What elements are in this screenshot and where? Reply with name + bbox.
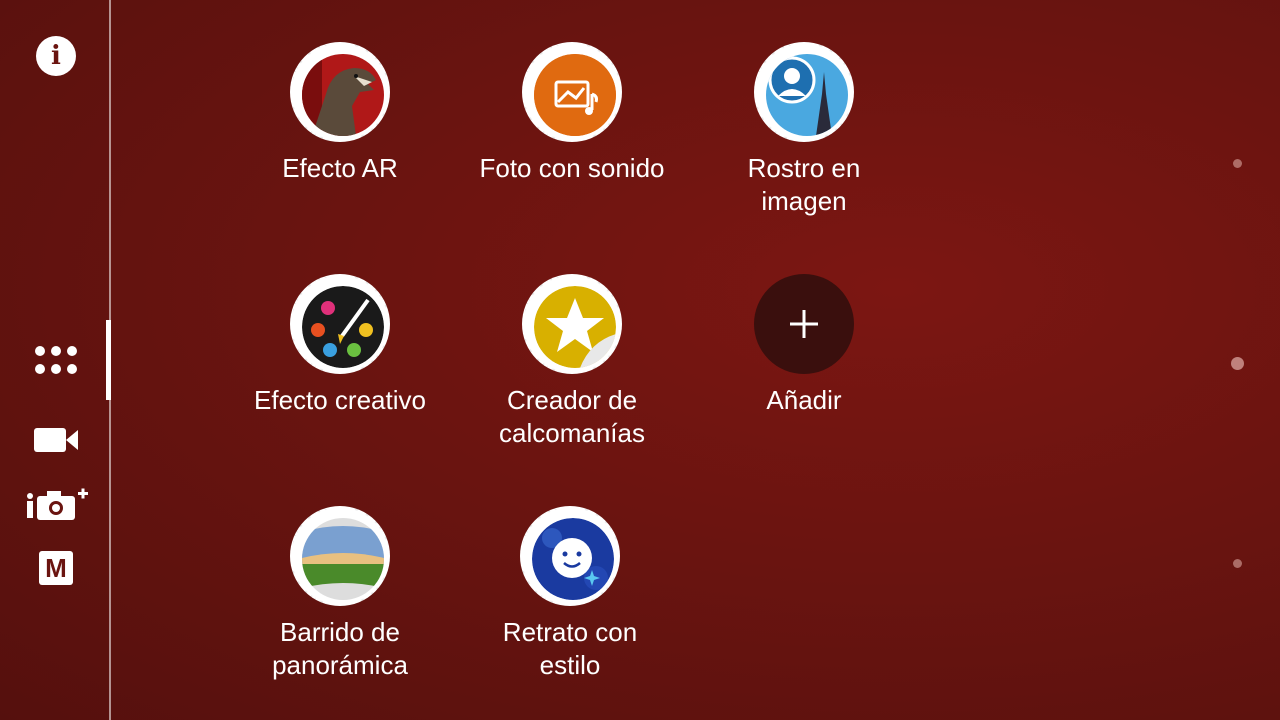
manual-mode-icon[interactable]: M xyxy=(39,551,73,585)
app-label: Añadir xyxy=(766,385,842,415)
add-app-button[interactable]: Añadir xyxy=(694,274,914,417)
panorama-icon xyxy=(290,506,390,606)
active-mode-indicator xyxy=(106,320,111,400)
app-label: Barrido de panorámica xyxy=(272,617,408,680)
info-icon[interactable]: i xyxy=(36,36,76,76)
app-label: Rostro en imagen xyxy=(747,153,861,216)
app-rostro-en-imagen[interactable]: Rostro en imagen xyxy=(694,42,914,218)
plus-icon xyxy=(754,274,854,374)
page-indicator-dot-active xyxy=(1231,357,1244,370)
app-label: Foto con sonido xyxy=(479,153,665,183)
app-retrato-con-estilo[interactable]: Retrato con estilo xyxy=(460,506,680,682)
app-barrido-de-panoramica[interactable]: Barrido de panorámica xyxy=(230,506,450,682)
palette-icon xyxy=(290,274,390,374)
page-indicator-dot xyxy=(1233,159,1242,168)
apps-grid-icon[interactable] xyxy=(32,342,80,378)
app-label: Efecto creativo xyxy=(254,385,426,415)
app-label: Retrato con estilo xyxy=(502,617,638,680)
style-portrait-icon xyxy=(520,506,620,606)
mode-sidebar: i M xyxy=(0,0,111,720)
app-foto-con-sonido[interactable]: Foto con sonido xyxy=(462,42,682,185)
video-camera-icon[interactable] xyxy=(32,424,80,456)
app-label: Efecto AR xyxy=(282,153,398,183)
dinosaur-icon xyxy=(290,42,390,142)
sticker-star-icon xyxy=(522,274,622,374)
app-creador-de-calcomanias[interactable]: Creador de calcomanías xyxy=(462,274,682,450)
app-efecto-creativo[interactable]: Efecto creativo xyxy=(230,274,450,417)
superior-auto-icon[interactable] xyxy=(24,486,90,522)
app-label: Creador de calcomanías xyxy=(499,385,645,448)
photo-sound-icon xyxy=(522,42,622,142)
app-efecto-ar[interactable]: Efecto AR xyxy=(230,42,450,185)
face-in-picture-icon xyxy=(754,42,854,142)
page-indicator-dot xyxy=(1233,559,1242,568)
